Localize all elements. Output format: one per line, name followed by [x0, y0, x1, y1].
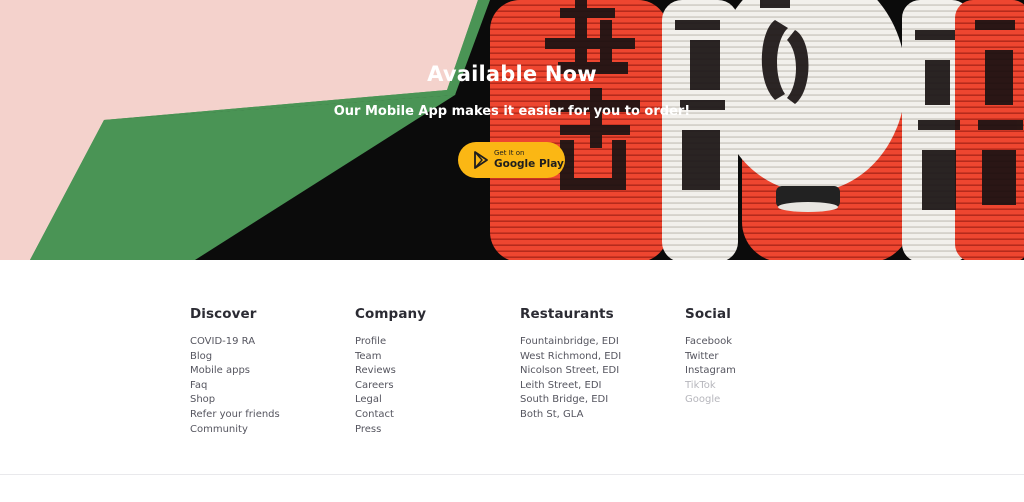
play-store-icon: [474, 151, 488, 169]
footer-link-google[interactable]: Google: [685, 393, 845, 408]
footer-link[interactable]: Shop: [190, 393, 350, 408]
column-title: Discover: [190, 306, 257, 322]
footer-link[interactable]: Community: [190, 423, 350, 438]
footer-column-social: Social Facebook Twitter Instagram TikTok…: [685, 306, 845, 408]
column-title: Restaurants: [520, 306, 614, 322]
footer-link[interactable]: Legal: [355, 393, 515, 408]
column-title: Social: [685, 306, 731, 322]
store-button-label: Google Play: [494, 158, 564, 170]
footer-column-company: Company Profile Team Reviews Careers Leg…: [355, 306, 515, 437]
footer-link[interactable]: Refer your friends: [190, 408, 350, 423]
footer-link[interactable]: Fountainbridge, EDI: [520, 335, 680, 350]
footer-link[interactable]: Profile: [355, 335, 515, 350]
footer-link[interactable]: Both St, GLA: [520, 408, 680, 423]
footer-link[interactable]: South Bridge, EDI: [520, 393, 680, 408]
site-footer: Discover COVID-19 RA Blog Mobile apps Fa…: [0, 260, 1024, 502]
lantern-photo-background: [0, 0, 1024, 260]
footer-link[interactable]: Faq: [190, 379, 350, 394]
footer-link-tiktok[interactable]: TikTok: [685, 379, 845, 394]
footer-link[interactable]: Contact: [355, 408, 515, 423]
footer-link[interactable]: Mobile apps: [190, 364, 350, 379]
footer-link[interactable]: Nicolson Street, EDI: [520, 364, 680, 379]
footer-link[interactable]: Leith Street, EDI: [520, 379, 680, 394]
app-promo-banner: Available Now Our Mobile App makes it ea…: [0, 0, 1024, 260]
footer-link-facebook[interactable]: Facebook: [685, 335, 845, 350]
google-play-button[interactable]: Get It on Google Play: [458, 142, 565, 178]
footer-column-restaurants: Restaurants Fountainbridge, EDI West Ric…: [520, 306, 680, 423]
footer-link[interactable]: Careers: [355, 379, 515, 394]
footer-link[interactable]: Press: [355, 423, 515, 438]
footer-link-twitter[interactable]: Twitter: [685, 350, 845, 365]
hero-subtitle: Our Mobile App makes it easier for you t…: [333, 104, 691, 119]
footer-link-instagram[interactable]: Instagram: [685, 364, 845, 379]
footer-link[interactable]: COVID-19 RA: [190, 335, 350, 350]
footer-link[interactable]: Team: [355, 350, 515, 365]
footer-link[interactable]: Reviews: [355, 364, 515, 379]
column-title: Company: [355, 306, 427, 322]
store-button-caption: Get It on: [494, 149, 525, 157]
footer-column-discover: Discover COVID-19 RA Blog Mobile apps Fa…: [190, 306, 350, 437]
footer-link[interactable]: West Richmond, EDI: [520, 350, 680, 365]
footer-divider: [0, 474, 1024, 475]
footer-link[interactable]: Blog: [190, 350, 350, 365]
hero-title: Available Now: [427, 62, 597, 86]
